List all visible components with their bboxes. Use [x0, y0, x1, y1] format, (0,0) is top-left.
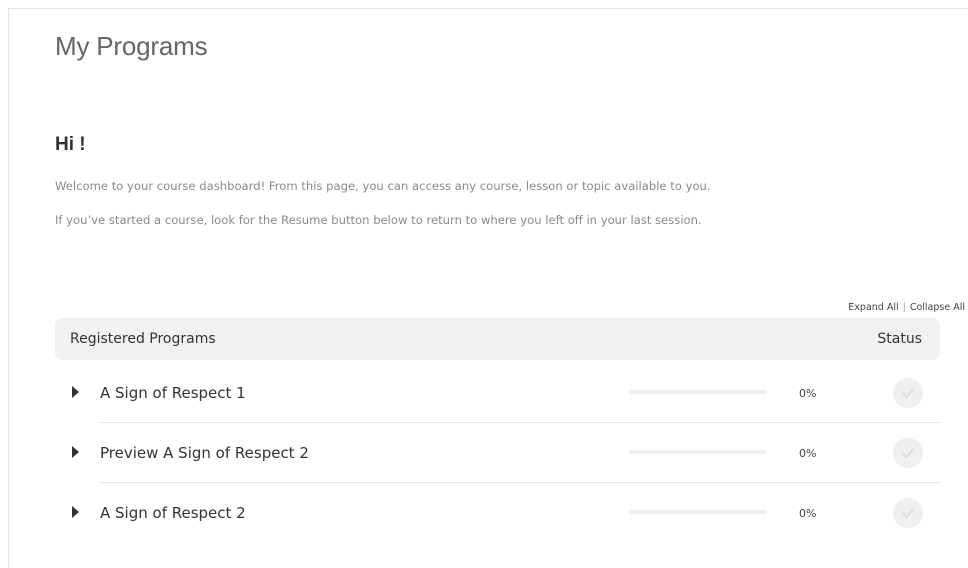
program-row: Preview A Sign of Respect 2 0% [55, 422, 941, 482]
program-title[interactable]: A Sign of Respect 1 [100, 384, 246, 402]
progress-bar [629, 450, 767, 454]
program-title[interactable]: Preview A Sign of Respect 2 [100, 444, 309, 462]
program-title[interactable]: A Sign of Respect 2 [100, 504, 246, 522]
link-separator: | [902, 302, 906, 313]
header-registered-programs: Registered Programs [70, 331, 216, 347]
expand-triangle-icon[interactable] [72, 386, 79, 398]
programs-list: A Sign of Respect 1 0% Preview A Sign of… [55, 362, 941, 542]
check-circle-icon [893, 498, 923, 528]
expand-collapse-controls: Expand All | Collapse All [848, 302, 965, 313]
progress-percent: 0% [799, 507, 817, 520]
header-status: Status [877, 331, 922, 347]
progress-bar [629, 510, 767, 514]
program-row: A Sign of Respect 1 0% [55, 362, 941, 422]
progress-bar [629, 390, 767, 394]
check-circle-icon [893, 378, 923, 408]
progress-percent: 0% [799, 387, 817, 400]
greeting-heading: Hi ! [55, 134, 86, 155]
collapse-all-link[interactable]: Collapse All [910, 302, 965, 313]
page-title: My Programs [55, 31, 208, 61]
programs-table-header: Registered Programs Status [55, 318, 940, 360]
intro-text-1: Welcome to your course dashboard! From t… [55, 179, 711, 193]
expand-all-link[interactable]: Expand All [848, 302, 898, 313]
program-row: A Sign of Respect 2 0% [55, 482, 941, 542]
expand-triangle-icon[interactable] [72, 506, 79, 518]
progress-percent: 0% [799, 447, 817, 460]
expand-triangle-icon[interactable] [72, 446, 79, 458]
check-circle-icon [893, 438, 923, 468]
intro-text-2: If you’ve started a course, look for the… [55, 213, 702, 227]
